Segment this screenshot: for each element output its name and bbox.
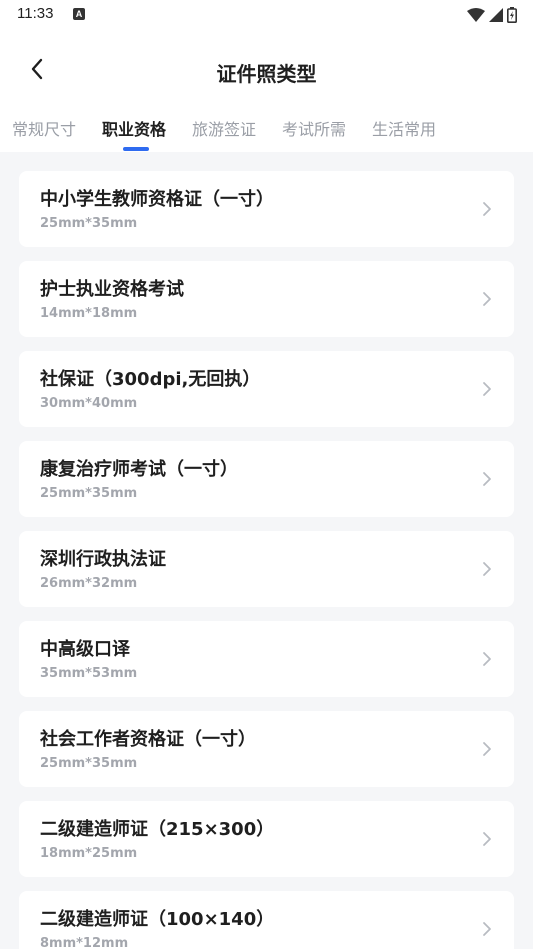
list-item[interactable]: 深圳行政执法证 26mm*32mm xyxy=(19,531,514,607)
chevron-right-icon xyxy=(483,472,491,486)
chevron-right-icon xyxy=(483,922,491,936)
item-size: 25mm*35mm xyxy=(40,486,138,501)
photo-type-list: 中小学生教师资格证（一寸） 25mm*35mm 护士执业资格考试 14mm*18… xyxy=(0,152,533,949)
list-item[interactable]: 中小学生教师资格证（一寸） 25mm*35mm xyxy=(19,171,514,247)
list-item[interactable]: 康复治疗师考试（一寸） 25mm*35mm xyxy=(19,441,514,517)
chevron-right-icon xyxy=(483,202,491,216)
battery-icon xyxy=(507,7,517,23)
list-item[interactable]: 社会工作者资格证（一寸） 25mm*35mm xyxy=(19,711,514,787)
wifi-icon xyxy=(467,8,485,22)
item-size: 18mm*25mm xyxy=(40,846,138,861)
item-size: 14mm*18mm xyxy=(40,306,138,321)
item-size: 30mm*40mm xyxy=(40,396,138,411)
chevron-right-icon xyxy=(483,742,491,756)
chevron-right-icon xyxy=(483,562,491,576)
status-icons xyxy=(467,6,517,24)
item-title: 中小学生教师资格证（一寸） xyxy=(40,189,274,210)
tab-travel-visa[interactable]: 旅游签证 xyxy=(192,116,256,140)
tab-daily-use[interactable]: 生活常用 xyxy=(372,116,436,140)
page-title: 证件照类型 xyxy=(216,62,317,86)
item-size: 35mm*53mm xyxy=(40,666,138,681)
chevron-right-icon xyxy=(483,292,491,306)
list-item[interactable]: 二级建造师证（100×140） 8mm*12mm xyxy=(19,891,514,949)
item-title: 深圳行政执法证 xyxy=(40,549,166,570)
item-title: 社保证（300dpi,无回执） xyxy=(40,369,261,390)
notification-app-icon: A xyxy=(73,8,85,20)
item-title: 二级建造师证（100×140） xyxy=(40,909,275,930)
category-tabs: 常规尺寸 职业资格 旅游签证 考试所需 生活常用 xyxy=(0,110,533,152)
tab-standard-sizes[interactable]: 常规尺寸 xyxy=(12,116,76,140)
item-title: 社会工作者资格证（一寸） xyxy=(40,729,256,750)
header: 证件照类型 xyxy=(0,30,533,110)
active-tab-indicator xyxy=(123,147,149,151)
status-bar: 11:33 A xyxy=(0,0,533,30)
item-size: 25mm*35mm xyxy=(40,216,138,231)
chevron-right-icon xyxy=(483,832,491,846)
list-item[interactable]: 社保证（300dpi,无回执） 30mm*40mm xyxy=(19,351,514,427)
chevron-right-icon xyxy=(483,382,491,396)
item-title: 中高级口译 xyxy=(40,639,130,660)
item-title: 二级建造师证（215×300） xyxy=(40,819,275,840)
list-item[interactable]: 二级建造师证（215×300） 18mm*25mm xyxy=(19,801,514,877)
item-size: 26mm*32mm xyxy=(40,576,138,591)
status-time: 11:33 xyxy=(17,5,54,22)
item-size: 25mm*35mm xyxy=(40,756,138,771)
tab-exams[interactable]: 考试所需 xyxy=(282,116,346,140)
item-title: 康复治疗师考试（一寸） xyxy=(40,459,238,480)
chevron-right-icon xyxy=(483,652,491,666)
tab-professional-qualification[interactable]: 职业资格 xyxy=(102,116,166,140)
item-size: 8mm*12mm xyxy=(40,936,129,949)
list-item[interactable]: 护士执业资格考试 14mm*18mm xyxy=(19,261,514,337)
signal-icon xyxy=(489,8,503,22)
item-title: 护士执业资格考试 xyxy=(40,279,184,300)
list-item[interactable]: 中高级口译 35mm*53mm xyxy=(19,621,514,697)
